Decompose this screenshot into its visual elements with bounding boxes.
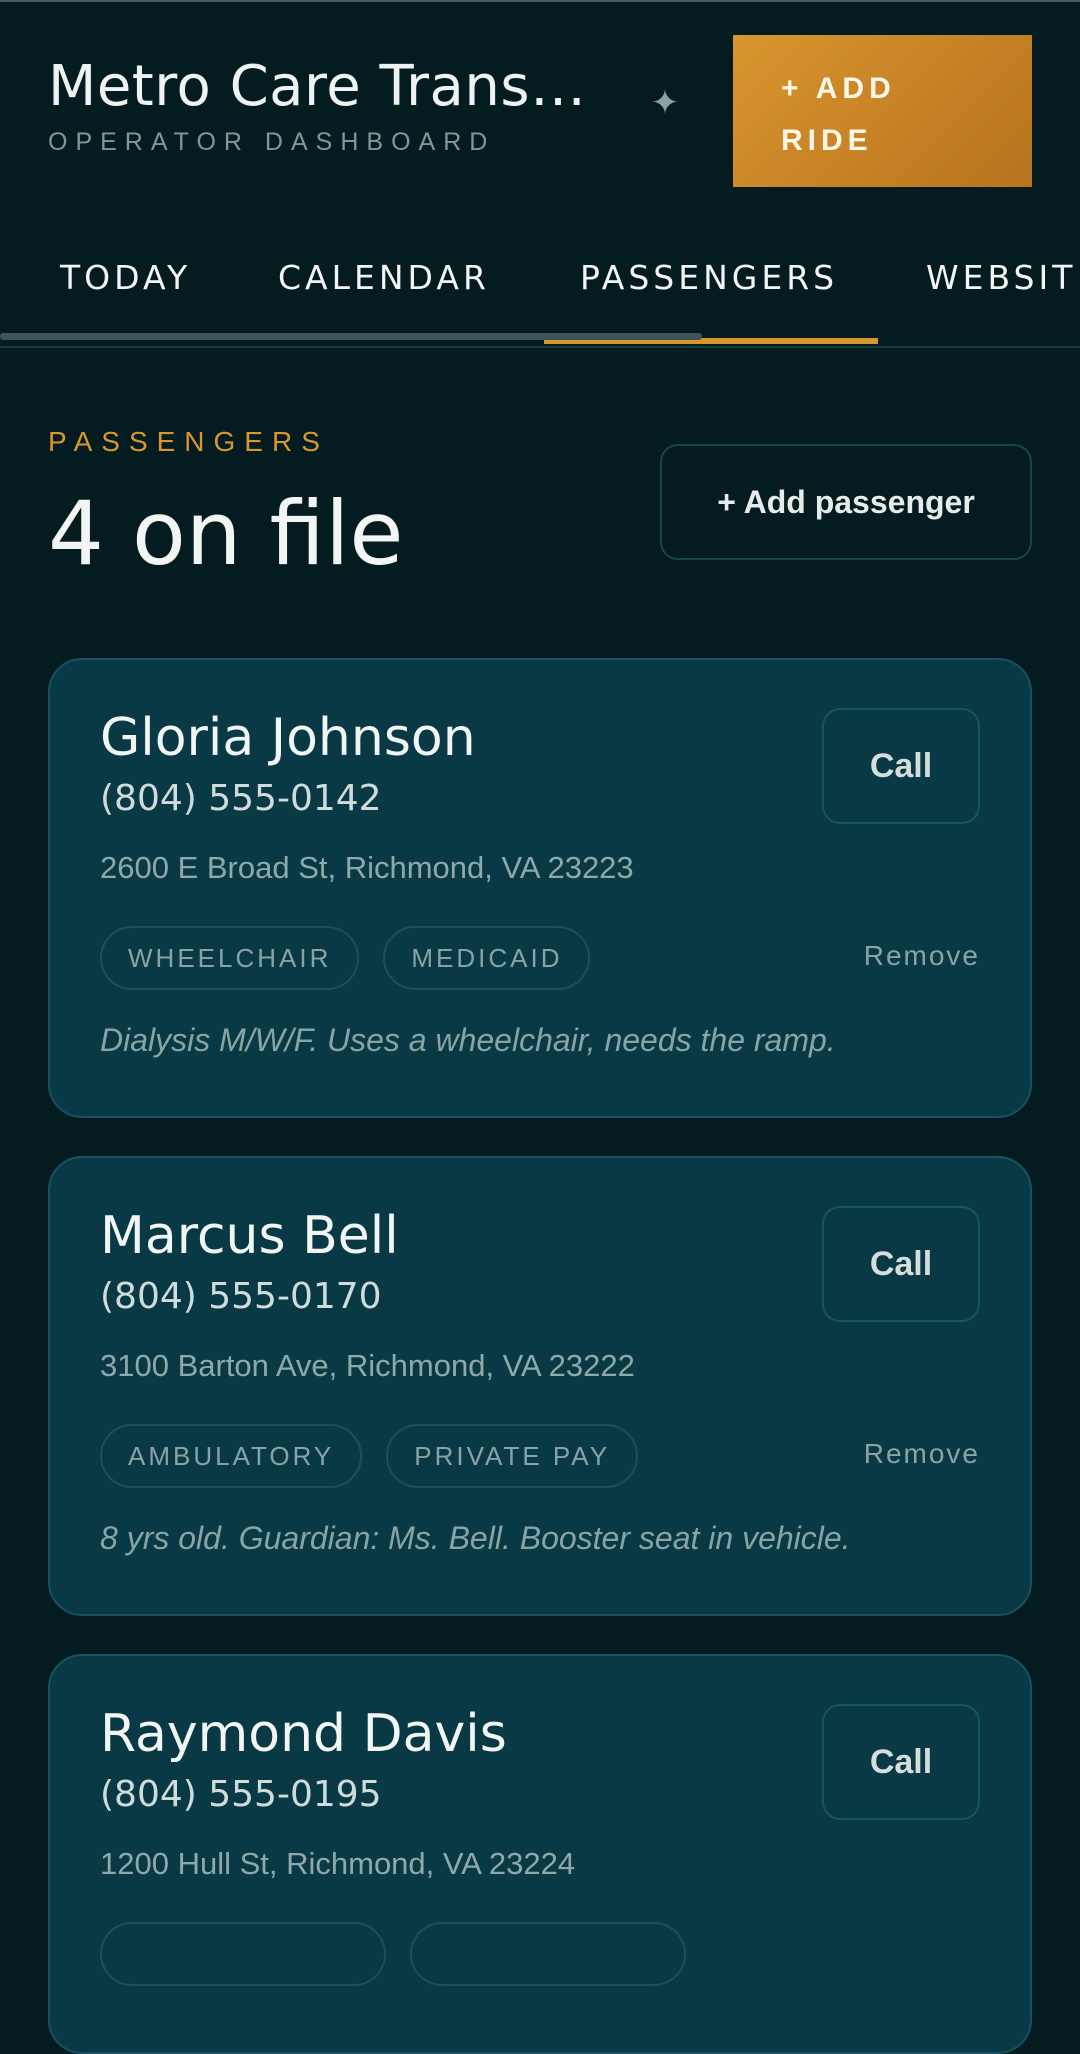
sparkle-icon: ✦ xyxy=(650,84,680,122)
passenger-address: 2600 E Broad St, Richmond, VA 23223 xyxy=(100,850,634,885)
passenger-note: 8 yrs old. Guardian: Ms. Bell. Booster s… xyxy=(100,1520,851,1556)
tag-list: AMBULATORY PRIVATE PAY xyxy=(100,1424,639,1488)
passenger-note: Dialysis M/W/F. Uses a wheelchair, needs… xyxy=(100,1022,836,1058)
passenger-phone: (804) 555-0142 xyxy=(100,778,382,819)
passenger-count: 4 on file xyxy=(48,482,404,585)
passenger-phone: (804) 555-0170 xyxy=(100,1276,382,1317)
passenger-name: Marcus Bell xyxy=(100,1206,399,1266)
passenger-name: Raymond Davis xyxy=(100,1704,507,1764)
tab-website[interactable]: WEBSIT xyxy=(926,258,1076,297)
passenger-card: Marcus Bell (804) 555-0170 3100 Barton A… xyxy=(48,1156,1032,1616)
tag-list xyxy=(100,1922,686,1986)
call-button[interactable]: Call xyxy=(822,708,980,824)
tag-badge xyxy=(100,1922,386,1986)
tab-today[interactable]: TODAY xyxy=(60,258,191,297)
passenger-phone: (804) 555-0195 xyxy=(100,1774,382,1815)
remove-button[interactable]: Remove xyxy=(864,940,980,972)
tag-list: WHEELCHAIR MEDICAID xyxy=(100,926,591,990)
call-button[interactable]: Call xyxy=(822,1206,980,1322)
tag-badge: MEDICAID xyxy=(383,926,591,990)
tag-badge xyxy=(410,1922,686,1986)
tab-scrollbar[interactable] xyxy=(0,333,702,340)
tab-calendar[interactable]: CALENDAR xyxy=(278,258,490,297)
passenger-card: Raymond Davis (804) 555-0195 1200 Hull S… xyxy=(48,1654,1032,2054)
tag-badge: AMBULATORY xyxy=(100,1424,363,1488)
passenger-name: Gloria Johnson xyxy=(100,708,476,768)
app-title: Metro Care Transp... xyxy=(48,54,588,119)
passenger-address: 1200 Hull St, Richmond, VA 23224 xyxy=(100,1846,576,1881)
section-kicker: PASSENGERS xyxy=(48,426,329,457)
app-subtitle: OPERATOR DASHBOARD xyxy=(48,128,496,156)
tag-badge: WHEELCHAIR xyxy=(100,926,360,990)
call-button[interactable]: Call xyxy=(822,1704,980,1820)
add-passenger-button[interactable]: + Add passenger xyxy=(660,444,1032,560)
app-header: Metro Care Transp... OPERATOR DASHBOARD … xyxy=(0,0,1080,210)
passenger-address: 3100 Barton Ave, Richmond, VA 23222 xyxy=(100,1348,635,1383)
tag-badge: PRIVATE PAY xyxy=(386,1424,639,1488)
tab-passengers[interactable]: PASSENGERS xyxy=(580,258,838,297)
remove-button[interactable]: Remove xyxy=(864,1438,980,1470)
passenger-card: Gloria Johnson (804) 555-0142 2600 E Bro… xyxy=(48,658,1032,1118)
tab-divider xyxy=(0,346,1080,348)
add-ride-label: + ADD RIDE xyxy=(781,72,896,157)
tab-bar: TODAY CALENDAR PASSENGERS WEBSIT xyxy=(0,230,1080,348)
add-ride-button[interactable]: + ADD RIDE xyxy=(733,35,1032,187)
